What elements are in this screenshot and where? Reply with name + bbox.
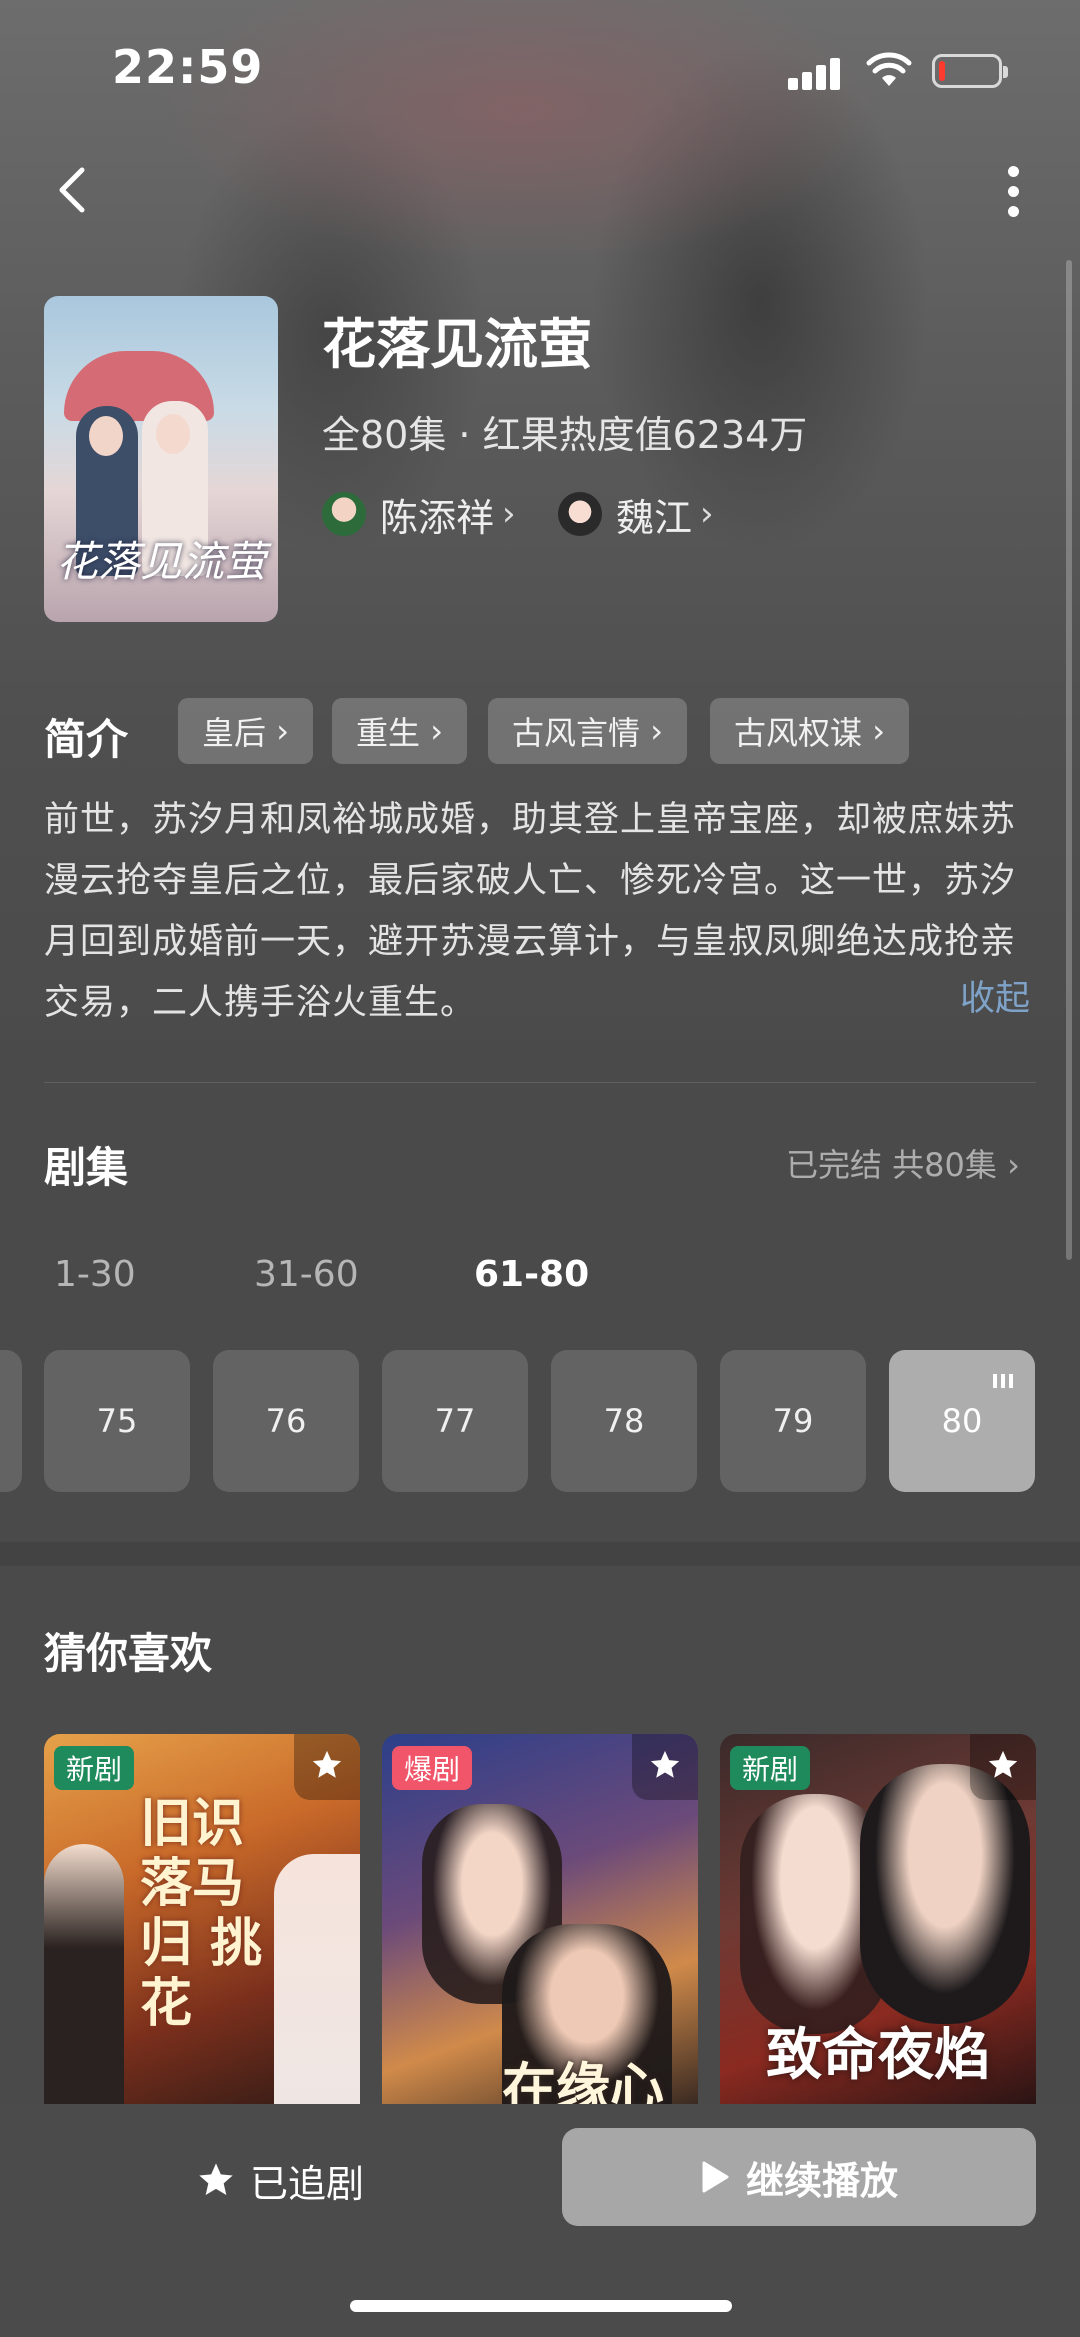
scrollbar[interactable] [1066, 260, 1072, 1260]
episode-cell[interactable]: 75 [44, 1350, 190, 1492]
episode-range-tab[interactable]: 1-30 [54, 1254, 136, 1295]
play-label: 继续播放 [745, 2158, 898, 2203]
actor-avatar [558, 492, 602, 536]
chevron-right-icon: › [502, 494, 516, 534]
continue-play-button[interactable]: 继续播放 [562, 2128, 1036, 2226]
tag-chip[interactable]: 重生 › [332, 698, 467, 764]
actor-name: 陈添祥 [380, 495, 495, 540]
actor-avatar [322, 492, 366, 536]
section-separator [0, 1542, 1080, 1566]
card-poster-text: 旧识落马归 挑花 [140, 1793, 263, 2034]
recommendation-card[interactable]: 旧识落马归 挑花 新剧 [44, 1734, 360, 2104]
synopsis-text: 前世，苏汐月和凤裕城成婚，助其登上皇帝宝座，却被庶妹苏漫云抢夺皇后之位，最后家破… [44, 800, 1017, 1023]
status-time: 22:59 [112, 40, 264, 94]
episode-range-tab[interactable]: 31-60 [254, 1254, 359, 1295]
episode-cell[interactable]: 76 [213, 1350, 359, 1492]
drama-poster: 花落见流萤 [44, 296, 278, 622]
card-poster-text: 致命夜焰 [766, 2022, 990, 2088]
card-poster-text: 在缘心 [502, 2056, 664, 2104]
tag-chip[interactable]: 皇后 › [178, 698, 313, 764]
episode-range-tab-active[interactable]: 61-80 [474, 1254, 589, 1295]
episode-cell[interactable]: 77 [382, 1350, 528, 1492]
episode-cell[interactable]: 79 [720, 1350, 866, 1492]
drama-title: 花落见流萤 [322, 313, 592, 376]
tag-chip[interactable]: 古风权谋 › [710, 698, 909, 764]
star-icon [199, 2163, 233, 2195]
collapse-button[interactable]: 收起 [960, 970, 1030, 1021]
actor-link-1[interactable]: 陈添祥 › [322, 490, 516, 540]
follow-label: 已追剧 [250, 2161, 365, 2206]
tag-chip[interactable]: 古风言情 › [488, 698, 687, 764]
card-badge: 爆剧 [392, 1746, 473, 1790]
back-arrow-icon[interactable] [50, 160, 94, 220]
recommendations-title: 猜你喜欢 [44, 1629, 213, 1678]
actor-name: 魏江 [616, 495, 693, 540]
status-bar: 22:59 [0, 0, 1080, 140]
divider [44, 1082, 1036, 1083]
card-badge: 新剧 [54, 1746, 135, 1790]
episode-cell-current[interactable]: 80 [889, 1350, 1035, 1492]
poster-title-text: 花落见流萤 [56, 537, 267, 586]
more-options-icon[interactable] [1000, 160, 1028, 222]
episodes-status-link[interactable]: 已完结 共80集 › [786, 1140, 1020, 1186]
favorite-star-icon[interactable] [294, 1734, 360, 1800]
card-badge: 新剧 [730, 1746, 811, 1790]
actor-link-2[interactable]: 魏江 › [558, 490, 714, 540]
episode-cell[interactable]: 78 [551, 1350, 697, 1492]
battery-level [939, 61, 945, 81]
follow-button[interactable]: 已追剧 [196, 2148, 364, 2212]
now-playing-icon [993, 1374, 1013, 1388]
episode-cell-partial[interactable] [0, 1350, 22, 1492]
recommendation-card[interactable]: 在缘心 爆剧 [382, 1734, 698, 2104]
recommendation-card[interactable]: 致命夜焰 新剧 [720, 1734, 1036, 2104]
intro-label: 简介 [44, 715, 129, 764]
wifi-icon [866, 52, 912, 86]
episodes-title: 剧集 [44, 1143, 129, 1192]
chevron-right-icon: › [700, 494, 714, 534]
favorite-star-icon[interactable] [632, 1734, 698, 1800]
drama-meta: 全80集 · 红果热度值6234万 [322, 413, 808, 457]
cellular-signal-icon [788, 56, 844, 90]
play-icon [702, 2161, 729, 2193]
battery-icon [932, 54, 1008, 88]
favorite-star-icon[interactable] [970, 1734, 1036, 1800]
home-indicator[interactable] [350, 2300, 732, 2312]
